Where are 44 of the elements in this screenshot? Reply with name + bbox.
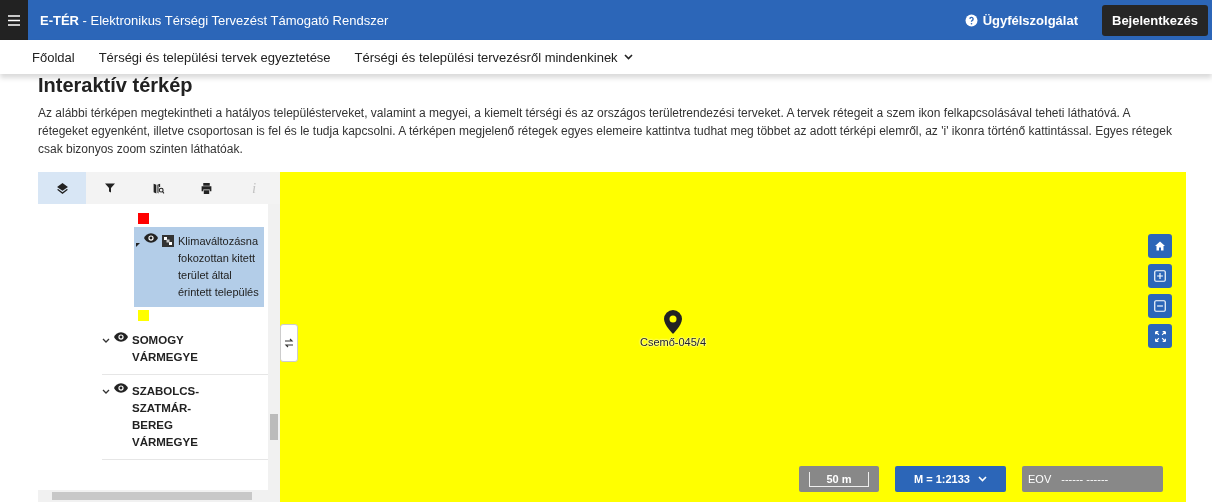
eye-icon[interactable] [114, 332, 128, 342]
scale-dropdown[interactable]: M = 1:2133 [895, 466, 1006, 492]
chevron-icon [102, 389, 110, 395]
map-control-button[interactable] [1148, 324, 1172, 348]
layer-item[interactable]: Klimaváltozásna fokozottan kitett terület által érintett település [134, 227, 264, 307]
zoom-in-icon [1153, 269, 1167, 283]
eye-icon[interactable] [114, 383, 128, 393]
filter-icon [104, 182, 116, 194]
horizontal-scrollbar[interactable] [38, 490, 280, 502]
page-title: Interaktív térkép [37, 74, 194, 96]
layers-icon [55, 181, 69, 195]
coordinate-system: EOV [1028, 473, 1052, 485]
marker-label: Csemő-045/4 [640, 336, 707, 348]
map-control-button[interactable] [1148, 234, 1172, 258]
chevron-icon [977, 476, 987, 482]
nav-link[interactable]: Térségi és települési tervezésről mindenkinek [354, 49, 633, 65]
nav-link[interactable]: Főoldal [32, 49, 75, 65]
zoom-out-icon [1153, 299, 1167, 313]
caret-icon [136, 243, 140, 247]
map-search-icon [151, 181, 165, 195]
map-view[interactable]: Csemő-045/4 50 m M = 1:2133 EOV ------ ------ [280, 172, 1186, 502]
swap-icon [284, 338, 294, 348]
map-pin-icon[interactable] [664, 310, 682, 334]
fullscreen-icon [1153, 329, 1167, 343]
chevron-icon [623, 54, 633, 60]
menu-icon [8, 14, 20, 26]
map-control-button[interactable] [1148, 264, 1172, 288]
eye-icon[interactable] [144, 233, 158, 243]
panel-tab[interactable] [38, 172, 86, 204]
nav-link[interactable]: Térségi és települési tervek egyeztetése [98, 49, 331, 65]
panel-toggle-button[interactable] [280, 324, 298, 362]
help-link[interactable]: Ügyfélszolgálat [964, 12, 1078, 28]
scale-bar: 50 m [799, 466, 879, 492]
home-icon [1154, 240, 1166, 252]
coordinate-value: ------ ------ [1061, 473, 1109, 485]
intro-text: Az alábbi térképen megtekintheti a hatályos településterveket, valamint a megyei, a kiemelt térségi és az országos területrendezési terveket. A tervek rétegeit a szem ikon felkapcsolásával teheti láthatóvá. A rétegeket egyenként, illetve csoportosan is fel és le tudja kapcsolni. A térképen megjelenő rétegek egyes elemeire kattintva tudhat meg többet az adott térképi elemről, az 'i' ikonra történő kattintással. Egyes rétegek csak bizonyos zoom szinten láthatóak. [38, 105, 1173, 158]
pattern-icon [162, 235, 174, 247]
menu-button[interactable] [0, 0, 28, 40]
help-icon [964, 13, 978, 27]
map-control-button[interactable] [1148, 294, 1172, 318]
app-title: E-TÉR - Elektronikus Térségi Tervezést Támogató Rendszer [40, 12, 390, 28]
login-button[interactable]: Bejelentkezés [1102, 4, 1208, 36]
print-icon [199, 181, 213, 195]
chevron-icon [102, 338, 110, 344]
